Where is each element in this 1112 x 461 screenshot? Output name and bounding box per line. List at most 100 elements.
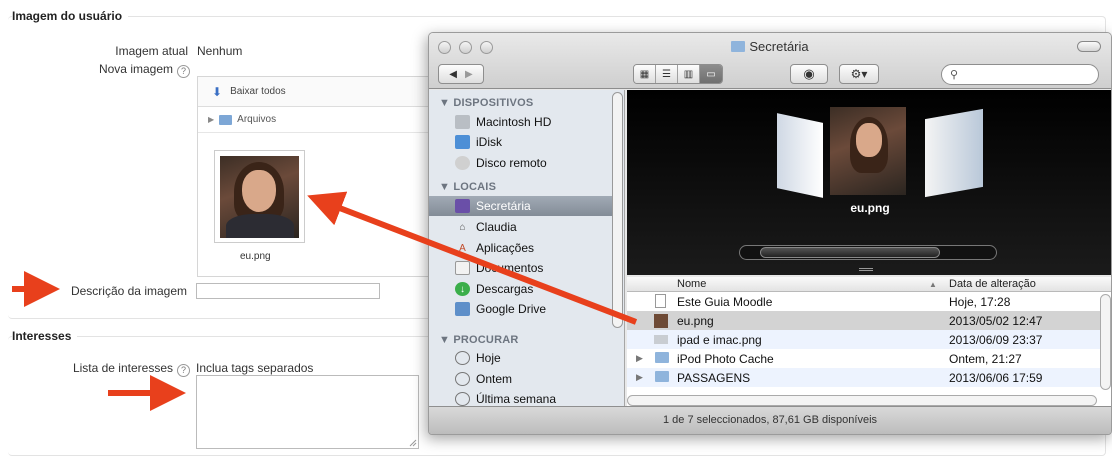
expand-icon[interactable]: ▶: [208, 115, 214, 124]
window-title-text: Secretária: [749, 39, 809, 54]
download-icon[interactable]: ⬇: [212, 85, 222, 99]
sidebar-item-label: Claudia: [476, 220, 517, 234]
quicklook-button[interactable]: ◉: [790, 64, 828, 84]
clock-icon: [455, 372, 470, 386]
desktop-icon: [455, 199, 470, 213]
sidebar-item-macintosh-hd[interactable]: Macintosh HD: [429, 112, 612, 132]
interests-list-label: Lista de interesses?: [40, 361, 190, 377]
window-title: Secretária: [429, 39, 1111, 54]
column-date-modified[interactable]: Data de alteração: [949, 278, 1036, 290]
view-mode-buttons[interactable]: ▦ ☰ ▥ ▭: [633, 64, 723, 84]
disclosure-triangle-icon[interactable]: ▶: [636, 372, 643, 383]
sidebar-item-yesterday[interactable]: Ontem: [429, 369, 612, 389]
toolbar-toggle-button[interactable]: [1077, 41, 1101, 52]
file-date: Hoje, 17:28: [949, 295, 1011, 309]
interests-hint: Inclua tags separados: [196, 361, 314, 375]
file-row[interactable]: ipad e imac.png 2013/06/09 23:37: [627, 330, 1111, 349]
file-name: PASSAGENS: [677, 371, 751, 385]
sidebar-section-search[interactable]: ▼ PROCURAR: [439, 334, 519, 346]
sidebar-item-documents[interactable]: Documentos: [429, 258, 612, 278]
sidebar-item-home[interactable]: ⌂ Claudia: [429, 217, 612, 237]
coverflow-item-eu-png[interactable]: [830, 107, 906, 195]
folder-icon: [731, 41, 746, 52]
file-row[interactable]: ▶ PASSAGENS 2013/06/06 17:59: [627, 368, 1111, 387]
image-file-icon: [654, 314, 668, 328]
sidebar-item-label: Disco remoto: [476, 156, 547, 170]
sidebar-scrollbar[interactable]: [612, 92, 623, 328]
list-vertical-scrollbar[interactable]: [1100, 294, 1111, 390]
back-forward-buttons[interactable]: ◀ ▶: [438, 64, 484, 84]
coverflow-item-screen[interactable]: [925, 108, 983, 198]
sidebar-item-downloads[interactable]: ↓ Descargas: [429, 279, 612, 299]
documents-icon: [455, 261, 470, 275]
folder-label: Arquivos: [237, 114, 277, 125]
image-thumbnail[interactable]: [214, 150, 305, 243]
image-file-icon: [654, 335, 668, 344]
new-image-label-text: Nova imagem: [98, 62, 173, 76]
back-icon[interactable]: ◀: [449, 69, 457, 80]
sidebar-item-label: Descargas: [476, 282, 534, 296]
file-name: ipad e imac.png: [677, 333, 762, 347]
sidebar-section-devices[interactable]: ▼ DISPOSITIVOS: [439, 97, 533, 109]
file-date: 2013/05/02 12:47: [949, 314, 1043, 328]
sort-arrow-icon: ▲: [929, 280, 937, 289]
file-name: eu.png: [677, 314, 714, 328]
finder-sidebar: ▼ DISPOSITIVOS Macintosh HD iDisk Disco …: [429, 90, 625, 408]
coverflow-scrollbar[interactable]: [739, 245, 997, 260]
sidebar-item-label: Macintosh HD: [476, 115, 552, 129]
applications-icon: A: [459, 242, 466, 254]
sidebar-item-label: Hoje: [476, 351, 501, 365]
forward-icon[interactable]: ▶: [465, 69, 473, 80]
clock-icon: [455, 392, 470, 406]
sidebar-item-label: Última semana: [476, 392, 557, 406]
sidebar-item-google-drive[interactable]: Google Drive: [429, 299, 612, 319]
coverflow-scroll-thumb[interactable]: [760, 247, 940, 258]
finder-window: Secretária ◀ ▶ ▦ ☰ ▥ ▭ ◉ ⚙▾ ⚲ ▼ DISPOSITI…: [428, 32, 1112, 435]
file-picker: ⬇ Baixar todos ▶ Arquivos eu.png: [197, 76, 437, 277]
file-date: 2013/06/09 23:37: [949, 333, 1043, 347]
home-icon: ⌂: [459, 221, 466, 233]
interests-legend: Interesses: [12, 329, 78, 343]
sidebar-section-places[interactable]: ▼ LOCAIS: [439, 181, 496, 193]
eye-icon: ◉: [803, 66, 815, 81]
interests-textarea[interactable]: [196, 375, 419, 449]
profile-photo: [220, 156, 299, 238]
coverflow-view[interactable]: eu.png: [627, 90, 1111, 275]
action-button[interactable]: ⚙▾: [839, 64, 879, 84]
file-row[interactable]: Este Guia Moodle Hoje, 17:28: [627, 292, 1111, 311]
sidebar-item-applications[interactable]: A Aplicações: [429, 238, 612, 258]
coverflow-view-icon[interactable]: ▭: [700, 65, 722, 83]
coverflow-item-doc[interactable]: [777, 113, 823, 198]
help-icon[interactable]: ?: [177, 65, 190, 78]
gear-icon: ⚙▾: [850, 67, 868, 81]
list-horizontal-scrollbar[interactable]: [627, 395, 1097, 406]
sidebar-item-desktop[interactable]: Secretária: [429, 196, 612, 216]
sidebar-item-remote-disc[interactable]: Disco remoto: [429, 153, 612, 173]
file-list-header: Nome ▲ Data de alteração: [627, 277, 1111, 292]
image-description-input[interactable]: [196, 283, 380, 299]
coverflow-resize-handle[interactable]: [859, 268, 873, 271]
folder-icon: [655, 352, 669, 363]
image-description-label: Descrição da imagem: [70, 284, 187, 298]
download-all-link[interactable]: Baixar todos: [230, 86, 286, 97]
resize-grip-icon[interactable]: [409, 439, 417, 447]
file-row-selected[interactable]: eu.png 2013/05/02 12:47: [627, 311, 1111, 330]
sidebar-item-label: Aplicações: [476, 241, 535, 255]
column-view-icon[interactable]: ▥: [678, 65, 700, 83]
icon-view-icon[interactable]: ▦: [634, 65, 656, 83]
disclosure-triangle-icon[interactable]: ▶: [636, 353, 643, 364]
remote-disc-icon: [455, 156, 470, 170]
column-name[interactable]: Nome: [677, 278, 706, 290]
new-image-label: Nova imagem?: [40, 62, 190, 78]
file-row[interactable]: ▶ iPod Photo Cache Ontem, 21:27: [627, 349, 1111, 368]
file-list: Nome ▲ Data de alteração Este Guia Moodl…: [627, 277, 1111, 408]
downloads-icon: ↓: [455, 282, 470, 296]
sidebar-item-today[interactable]: Hoje: [429, 348, 612, 368]
current-image-value: Nenhum: [197, 44, 243, 58]
sidebar-item-idisk[interactable]: iDisk: [429, 132, 612, 152]
folder-icon: [655, 371, 669, 382]
file-picker-path[interactable]: ▶ Arquivos: [198, 107, 436, 133]
list-view-icon[interactable]: ☰: [656, 65, 678, 83]
help-icon[interactable]: ?: [177, 364, 190, 377]
search-input[interactable]: ⚲: [941, 64, 1099, 85]
